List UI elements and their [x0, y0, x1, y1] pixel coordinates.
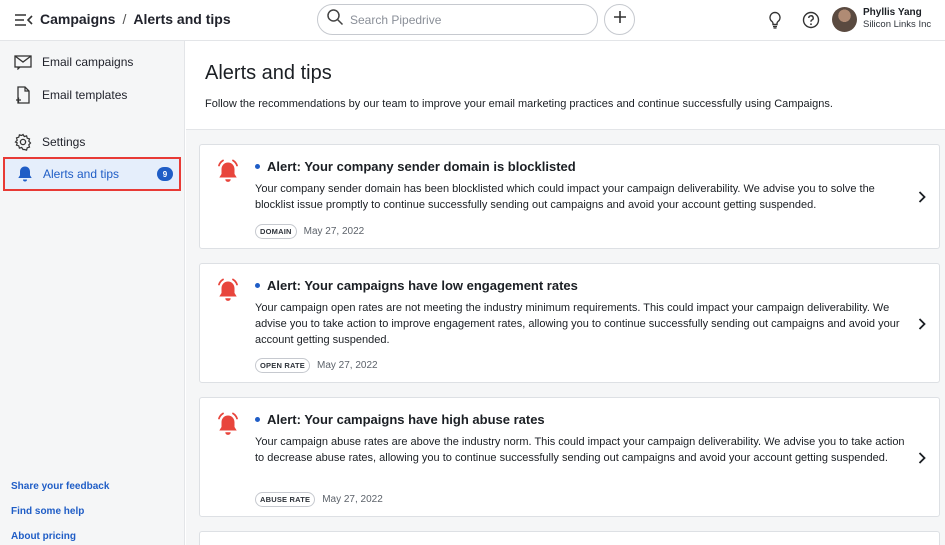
search-box[interactable] — [317, 4, 598, 35]
alert-body: Your company sender domain has been bloc… — [255, 183, 875, 211]
user-name: Phyllis Yang — [863, 7, 922, 18]
alert-date: May 27, 2022 — [303, 226, 365, 237]
user-org: Silicon Links Inc — [863, 19, 932, 30]
breadcrumb: Campaigns / Alerts and tips — [40, 11, 231, 27]
about-pricing-link[interactable]: About pricing — [11, 531, 76, 542]
email-campaign-icon — [14, 53, 32, 71]
alert-tag: OPEN RATE — [255, 358, 310, 373]
share-feedback-link[interactable]: Share your feedback — [11, 481, 109, 492]
bell-icon — [16, 165, 34, 183]
unread-dot — [255, 164, 260, 169]
alert-tag: ABUSE RATE — [255, 492, 316, 507]
page-header: Alerts and tips Follow the recommendatio… — [186, 41, 945, 130]
alert-title-row: Alert: Your company sender domain is blo… — [255, 159, 576, 174]
sidebar-item-email-campaigns[interactable]: Email campaigns — [0, 47, 185, 77]
alarm-bell-icon — [216, 412, 240, 438]
alert-meta: DOMAIN May 27, 2022 — [255, 224, 364, 239]
top-bar: Campaigns / Alerts and tips Phyllis Yang… — [0, 0, 945, 41]
sidebar-item-email-templates[interactable]: Email templates — [0, 80, 185, 110]
gear-icon — [14, 133, 32, 151]
add-button[interactable] — [604, 4, 635, 35]
unread-dot — [255, 417, 260, 422]
alert-title: Alert: Your campaigns have high abuse ra… — [267, 412, 545, 427]
alarm-bell-icon — [216, 278, 240, 304]
alert-meta: OPEN RATE May 27, 2022 — [255, 358, 378, 373]
alert-card[interactable] — [199, 531, 940, 545]
alert-date: May 27, 2022 — [317, 360, 378, 371]
alert-title-row: Alert: Your campaigns have low engagemen… — [255, 278, 578, 293]
page-title: Alerts and tips — [205, 62, 332, 84]
chevron-right-icon[interactable] — [917, 451, 927, 465]
sidebar-item-label: Settings — [42, 135, 86, 149]
main-content: Alerts and tips Follow the recommendatio… — [186, 41, 945, 545]
alert-count-badge: 9 — [157, 167, 173, 181]
alert-card[interactable]: Alert: Your campaigns have low engagemen… — [199, 263, 940, 383]
alarm-bell-icon — [216, 159, 240, 185]
menu-collapse-icon[interactable] — [14, 12, 34, 28]
lightbulb-icon[interactable] — [765, 10, 785, 30]
sidebar-item-label: Email campaigns — [42, 55, 134, 69]
chevron-right-icon[interactable] — [917, 317, 927, 331]
help-icon[interactable] — [801, 10, 821, 30]
unread-dot — [255, 283, 260, 288]
alert-card[interactable]: Alert: Your company sender domain is blo… — [199, 144, 940, 249]
alert-title: Alert: Your campaigns have low engagemen… — [267, 278, 578, 293]
alert-body: Your campaign abuse rates are above the … — [255, 436, 905, 464]
alert-date: May 27, 2022 — [322, 494, 383, 505]
email-template-icon — [14, 86, 32, 104]
page-description: Follow the recommendations by our team t… — [205, 98, 833, 110]
alert-tag: DOMAIN — [255, 224, 297, 239]
find-help-link[interactable]: Find some help — [11, 506, 84, 517]
breadcrumb-separator: / — [122, 11, 127, 27]
user-info[interactable]: Phyllis Yang Silicon Links Inc — [863, 7, 931, 31]
sidebar-item-label: Alerts and tips — [43, 167, 120, 181]
sidebar-item-settings[interactable]: Settings — [0, 127, 185, 157]
search-input[interactable] — [350, 12, 580, 27]
plus-icon — [613, 10, 627, 29]
breadcrumb-campaigns[interactable]: Campaigns — [40, 11, 115, 27]
sidebar-item-label: Email templates — [42, 88, 128, 102]
chevron-right-icon[interactable] — [917, 190, 927, 204]
sidebar: Email campaigns Email templates Settings… — [0, 41, 185, 545]
alert-title-row: Alert: Your campaigns have high abuse ra… — [255, 412, 545, 427]
search-icon — [326, 8, 344, 31]
sidebar-item-alerts-and-tips[interactable]: Alerts and tips 9 — [3, 157, 181, 191]
avatar[interactable] — [832, 7, 857, 32]
alert-title: Alert: Your company sender domain is blo… — [267, 159, 576, 174]
alert-card[interactable]: Alert: Your campaigns have high abuse ra… — [199, 397, 940, 517]
breadcrumb-current: Alerts and tips — [133, 11, 231, 27]
alert-body: Your campaign open rates are not meeting… — [255, 302, 900, 346]
alert-meta: ABUSE RATE May 27, 2022 — [255, 492, 383, 507]
